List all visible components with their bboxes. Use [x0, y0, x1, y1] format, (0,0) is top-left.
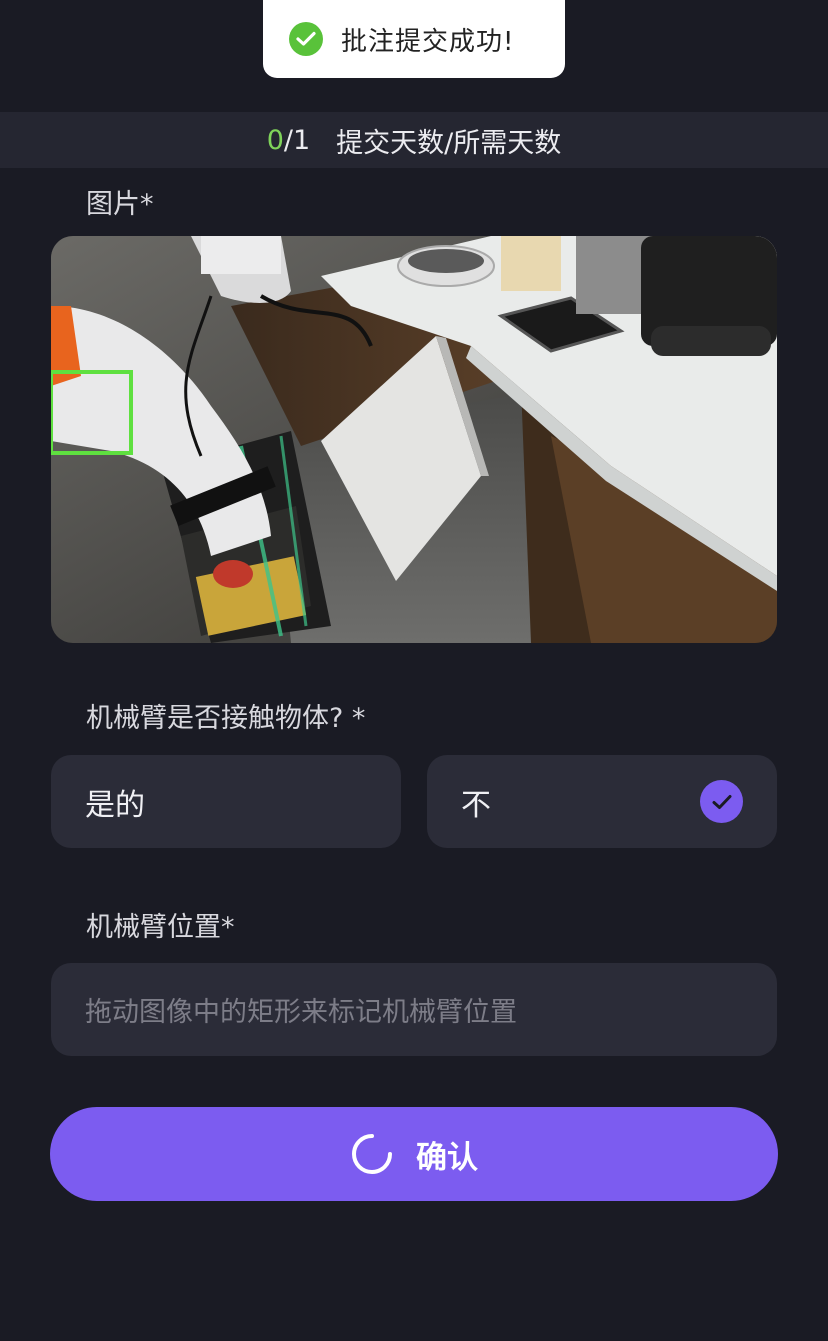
progress-total-count: /1 — [283, 124, 311, 156]
progress-label: 提交天数/所需天数 — [336, 127, 562, 159]
progress-done-count: 0 — [266, 124, 284, 156]
contact-question-label: 机械臂是否接触物体? * — [86, 703, 366, 734]
option-no[interactable]: 不 — [427, 755, 777, 848]
option-no-label: 不 — [461, 787, 491, 823]
arm-position-field[interactable]: 拖动图像中的矩形来标记机械臂位置 — [51, 963, 777, 1056]
confirm-button-label: 确认 — [416, 1139, 478, 1175]
arm-position-placeholder: 拖动图像中的矩形来标记机械臂位置 — [85, 997, 517, 1028]
toast-message: 批注提交成功! — [341, 26, 515, 57]
success-toast: 批注提交成功! — [263, 0, 565, 78]
image-label: 图片* — [86, 189, 154, 220]
progress-bar: 0/1 提交天数/所需天数 — [0, 112, 828, 168]
loading-spinner-icon — [352, 1134, 392, 1174]
robot-scene-image[interactable] — [51, 236, 777, 643]
confirm-button[interactable]: 确认 — [50, 1107, 778, 1201]
option-yes[interactable]: 是的 — [51, 755, 401, 848]
check-circle-icon — [289, 22, 323, 56]
checkmark-icon — [700, 780, 743, 823]
option-yes-label: 是的 — [85, 787, 145, 823]
arm-position-label: 机械臂位置* — [86, 912, 235, 943]
